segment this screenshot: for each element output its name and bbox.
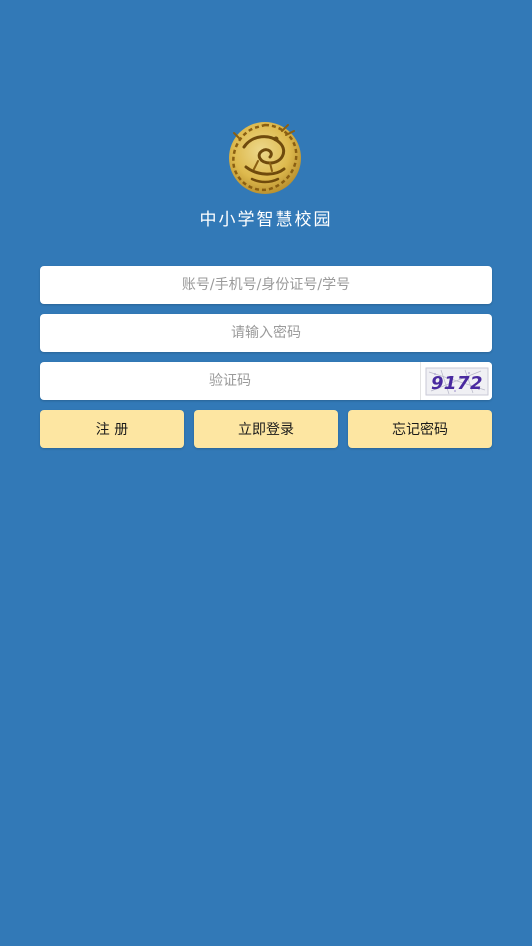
captcha-image[interactable]: 9172 [420, 362, 492, 400]
app-title: 中小学智慧校园 [199, 210, 333, 230]
login-button[interactable]: 立即登录 [194, 410, 338, 448]
captcha-input[interactable] [40, 362, 420, 400]
captcha-field-container: 9172 [40, 362, 492, 400]
forgot-password-button[interactable]: 忘记密码 [348, 410, 492, 448]
account-field-container [40, 266, 492, 304]
password-field-container [40, 314, 492, 352]
captcha-text: 9172 [431, 373, 483, 394]
password-input[interactable] [40, 314, 492, 352]
captcha-graphic: 9172 [425, 367, 489, 396]
register-button[interactable]: 注 册 [40, 410, 184, 448]
account-input[interactable] [40, 266, 492, 304]
dragon-logo-icon [229, 122, 301, 194]
